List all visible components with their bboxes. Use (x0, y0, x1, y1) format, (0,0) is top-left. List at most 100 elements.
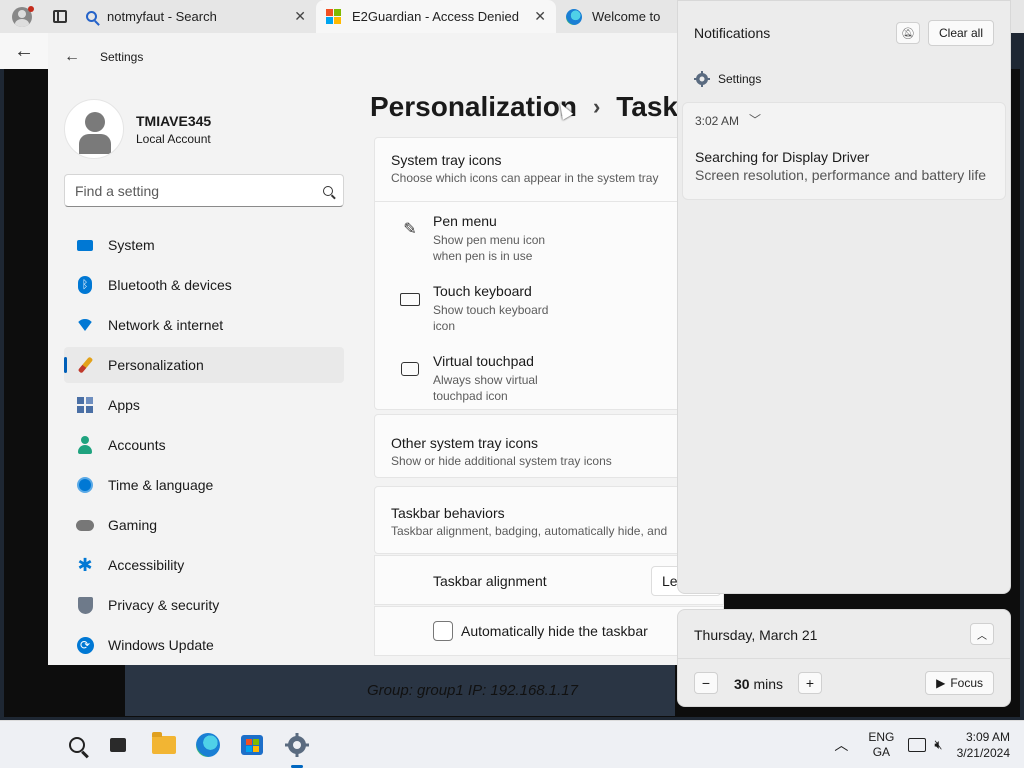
taskbar-search-button[interactable] (63, 731, 91, 759)
sidebar-item-apps[interactable]: Apps (64, 387, 344, 423)
section-title: Other system tray icons (391, 435, 539, 451)
autohide-checkbox[interactable] (433, 621, 453, 641)
taskbar: ︿ ENG GA 🔇︎ 3:09 AM 3/21/2024 (0, 720, 1024, 768)
globe-clock-icon (76, 476, 94, 494)
settings-taskbar-button[interactable] (283, 731, 311, 759)
sidebar-item-time-language[interactable]: Time & language (64, 467, 344, 503)
gear-icon (694, 71, 710, 87)
start-button[interactable] (18, 731, 46, 759)
minutes-value: 30 (734, 676, 750, 692)
sidebar-item-windows-update[interactable]: ⟳ Windows Update (64, 627, 344, 663)
bell-snooze-icon: 🔕︎ (901, 27, 915, 40)
gamepad-icon (76, 516, 94, 534)
task-view-button[interactable] (104, 731, 132, 759)
task-view-icon (110, 738, 126, 752)
sidebar-item-accessibility[interactable]: ✱ Accessibility (64, 547, 344, 583)
decrease-minutes-button[interactable]: − (694, 672, 718, 694)
profile-button[interactable] (0, 0, 44, 33)
sidebar-item-label: Time & language (108, 477, 214, 493)
tab-actions-button[interactable] (44, 0, 76, 33)
tab-actions-icon (53, 10, 67, 23)
background-status-bar: Group: group1 IP: 192.168.1.17 (125, 664, 675, 716)
find-setting-input[interactable]: Find a setting (64, 174, 344, 207)
sidebar-item-gaming[interactable]: Gaming (64, 507, 344, 543)
tray-item-title: Pen menu (433, 213, 497, 229)
clear-all-button[interactable]: Clear all (927, 20, 994, 46)
language-indicator[interactable]: ENG GA (868, 730, 894, 760)
store-button[interactable] (238, 731, 266, 759)
search-icon (69, 737, 85, 753)
browser-back-button[interactable]: ← (0, 33, 48, 69)
pen-icon: ✎ (403, 221, 417, 238)
edge-icon (196, 733, 220, 757)
user-profile[interactable]: TMIAVE345 Local Account (64, 99, 211, 159)
tab-close-button[interactable]: ✕ (534, 8, 546, 25)
tray-item-touch-keyboard: Touch keyboard Show touch keyboard icon (400, 283, 573, 334)
notification-card[interactable]: 3:02 AM ﹀ Searching for Display Driver S… (682, 102, 1006, 200)
edge-button[interactable] (194, 731, 222, 759)
notification-header: Notifications 🔕︎ Clear all (678, 1, 1010, 65)
notification-body: Screen resolution, performance and batte… (695, 167, 987, 183)
file-explorer-button[interactable] (150, 731, 178, 759)
sidebar-item-network[interactable]: Network & internet (64, 307, 344, 343)
breadcrumb-parent[interactable]: Personalization (370, 91, 577, 123)
other-tray-icons-card[interactable]: Other system tray icons Show or hide add… (374, 414, 724, 478)
network-icon[interactable] (908, 738, 927, 752)
volume-muted-icon[interactable]: 🔇︎ (934, 737, 942, 753)
sidebar-item-personalization[interactable]: Personalization (64, 347, 344, 383)
taskbar-alignment-label: Taskbar alignment (433, 573, 547, 589)
notification-time: 3:02 AM (695, 114, 740, 128)
sidebar-item-label: Network & internet (108, 317, 224, 333)
do-not-disturb-button[interactable]: 🔕︎ (895, 22, 920, 44)
breadcrumb: Personalization › Taskb (370, 91, 695, 123)
sidebar-item-privacy[interactable]: Privacy & security (64, 587, 344, 623)
settings-back-button[interactable]: ← (64, 48, 80, 66)
language-code: ENG (868, 730, 895, 744)
clock[interactable]: 3:09 AM 3/21/2024 (957, 729, 1010, 761)
tray-item-subtitle: Always show virtual touchpad icon (433, 373, 538, 403)
browser-tab-search[interactable]: notmyfaut - Search ✕ (76, 0, 316, 33)
clock-date: 3/21/2024 (956, 746, 1010, 760)
sidebar-item-bluetooth[interactable]: ᛒ Bluetooth & devices (64, 267, 344, 303)
sidebar-item-system[interactable]: System (64, 227, 344, 263)
tab-label: notmyfaut - Search (107, 9, 217, 24)
browser-tab-welcome[interactable]: Welcome to Mi (556, 0, 671, 33)
section-title: System tray icons (391, 152, 502, 168)
browser-tab-access-denied[interactable]: E2Guardian - Access Denied ✕ (316, 0, 556, 33)
taskbar-alignment-row: Taskbar alignment Le (374, 555, 724, 605)
increase-minutes-button[interactable]: + (798, 672, 822, 694)
sidebar-item-label: Accounts (108, 437, 166, 453)
keyboard-layout: GA (872, 745, 891, 759)
notifications-title: Notifications (694, 25, 771, 41)
play-icon: ▶ (936, 676, 946, 690)
dropdown-value: Le (662, 573, 678, 589)
search-icon (86, 11, 97, 22)
tab-close-button[interactable]: ✕ (294, 8, 306, 25)
calendar-date: Thursday, March 21 (694, 627, 818, 643)
notification-dot (28, 6, 34, 12)
folder-icon (152, 732, 176, 754)
chevron-down-icon[interactable]: ﹀ (749, 111, 761, 128)
minutes-unit: mins (753, 676, 784, 692)
user-name: TMIAVE345 (136, 112, 212, 129)
focus-button[interactable]: ▶ Focus (925, 671, 994, 695)
sidebar-item-label: Bluetooth & devices (108, 277, 232, 293)
settings-nav: System ᛒ Bluetooth & devices Network & i… (64, 227, 344, 665)
sidebar-item-label: Accessibility (108, 557, 185, 573)
tray-item-title: Touch keyboard (433, 283, 532, 299)
sidebar-item-accounts[interactable]: Accounts (64, 427, 344, 463)
chevron-up-icon[interactable]: ︿ (834, 735, 848, 755)
notification-app-header: Settings (678, 65, 1010, 93)
touchpad-icon (399, 359, 421, 379)
notification-center: Notifications 🔕︎ Clear all Settings 3:02… (677, 0, 1011, 594)
system-tray: ︿ ENG GA 🔇︎ 3:09 AM 3/21/2024 (834, 721, 1024, 768)
system-icon (76, 236, 94, 254)
taskbar-behaviors-card[interactable]: Taskbar behaviors Taskbar alignment, bad… (374, 486, 724, 554)
search-placeholder: Find a setting (75, 182, 160, 199)
chevron-up-icon[interactable]: ︿ (970, 623, 994, 645)
focus-duration: 30 mins (734, 676, 783, 692)
autohide-label: Automatically hide the taskbar (461, 623, 648, 639)
tab-label: Welcome to Mi (592, 9, 661, 24)
person-icon (76, 436, 94, 454)
tray-item-pen-menu: ✎ Pen menu Show pen menu icon when pen i… (403, 213, 573, 264)
